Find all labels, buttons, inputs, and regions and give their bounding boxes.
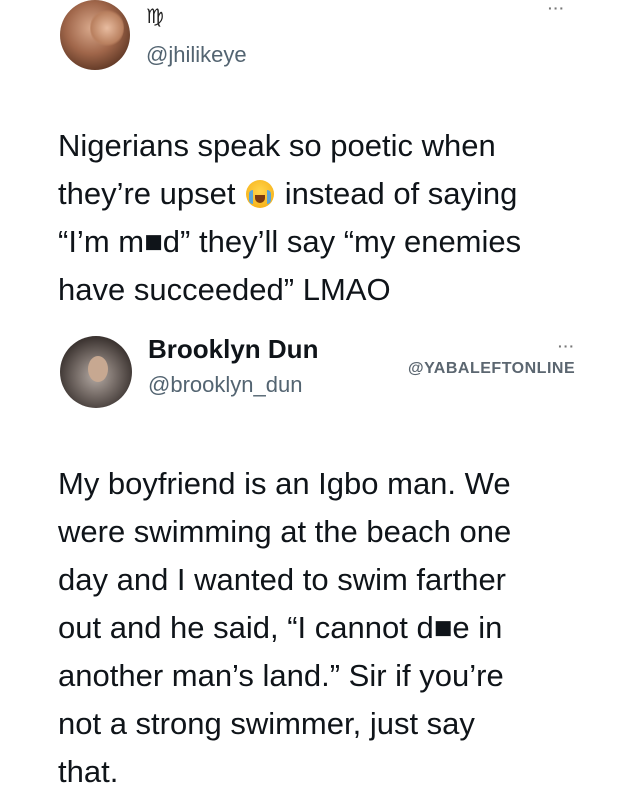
display-name[interactable]: Brooklyn Dun <box>148 334 318 365</box>
text-segment: instead of saying <box>284 176 518 211</box>
user-handle[interactable]: @brooklyn_dun <box>148 372 302 398</box>
text-segment: they’re upset <box>58 176 236 211</box>
text-line: another man’s land.” Sir if you’re <box>58 658 504 693</box>
text-line: they’re upset instead of saying <box>58 170 618 218</box>
text-line: My boyfriend is an Igbo man. We <box>58 466 511 501</box>
tweet-quoted: ♍ @jhilikeye ··· Nigerians speak so poet… <box>0 0 640 320</box>
text-line: day and I wanted to swim farther <box>58 562 507 597</box>
user-handle[interactable]: @jhilikeye <box>146 42 247 68</box>
text-line: that. <box>58 754 119 789</box>
text-line: “I’m m■d” they’ll say “my enemies <box>58 224 522 259</box>
more-options-icon[interactable]: ··· <box>548 0 565 16</box>
text-line: were swimming at the beach one <box>58 514 512 549</box>
watermark: @YABALEFTONLINE <box>408 360 576 377</box>
text-line: not a strong swimmer, just say <box>58 706 475 741</box>
loudly-crying-face-icon <box>246 180 275 208</box>
tweet-main: Brooklyn Dun @brooklyn_dun ··· @YABALEFT… <box>0 320 640 794</box>
text-line: out and he said, “I cannot d■e in <box>58 610 503 645</box>
tweet-text: Nigerians speak so poetic when they’re u… <box>58 122 618 314</box>
more-options-icon[interactable]: ··· <box>558 338 575 354</box>
tweet-text: My boyfriend is an Igbo man. We were swi… <box>58 460 618 796</box>
avatar[interactable] <box>60 0 130 70</box>
avatar[interactable] <box>60 336 132 408</box>
text-line: have succeeded” LMAO <box>58 272 391 307</box>
text-line: Nigerians speak so poetic when <box>58 128 496 163</box>
virgo-icon: ♍ <box>146 6 164 28</box>
